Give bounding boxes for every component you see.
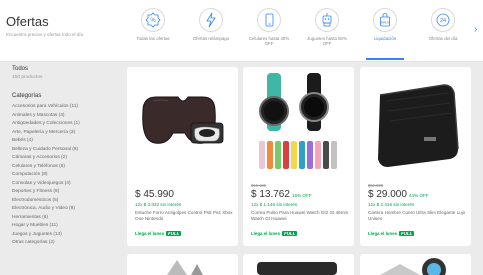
category-filter-item[interactable]: Accesorios para Vehículos (11) [12,103,118,112]
svg-text:SALE: SALE [381,21,390,25]
results-count: 150 productos [12,75,43,80]
24h-icon: 24 [431,8,455,32]
category-ofertas-dia[interactable]: 24 Ofertas del día [420,4,466,60]
full-badge: FULL [399,231,415,236]
category-label: Juguetes hasta 50% OFF [307,36,347,46]
category-filter-item[interactable]: Animales y Mascotas (4) [12,112,118,121]
shipping-info: Llega el lunes FULL [368,231,415,236]
category-filter-item[interactable]: Electrónica, Audio y Video (9) [12,205,118,214]
product-price: $ 29.000 44% OFF [368,189,429,200]
category-label: Todas las ofertas [136,36,170,41]
category-filter-item[interactable]: Deportes y Fitness (9) [12,188,118,197]
product-title[interactable]: Estuche Forro Antigolpes Control Ps5 Ps4… [135,210,233,228]
svg-text:%: % [150,18,156,24]
offers-header: Ofertas Encuentra precios y ofertas todo… [0,0,483,62]
product-title[interactable]: Cartera Hombre Cuero Ultra Slim Elegante… [368,210,466,228]
category-juguetes[interactable]: Juguetes hasta 50% OFF [304,4,350,60]
category-filter-item[interactable]: Herramientas (6) [12,214,118,223]
product-card[interactable]: $51.900 $ 29.000 44% OFF 12x $ 2.416 sin … [360,67,471,246]
full-badge: FULL [282,231,298,236]
category-filter-item[interactable]: Juegos y Juguetes (14) [12,231,118,240]
product-title[interactable]: Correa Pulso Para Huawei Watch Gt2 Gt 46… [251,210,349,228]
shipping-text: Llega el lunes [251,231,281,236]
product-image [257,262,337,275]
lightning-icon [199,8,223,32]
category-filter-item[interactable]: Electrodomésticos (5) [12,197,118,206]
product-price: $ 13.762 15% OFF [251,189,312,200]
page-subtitle: Encuentra precios y ofertas todo el día [6,32,84,37]
bag-icon: SALE [373,8,397,32]
installments: 12x $ 1.146 sin interés [251,202,298,207]
product-image [249,71,349,181]
installments: 12x $ 3.832 sin interés [135,202,182,207]
category-carousel: % Todas las ofertas Ofertas relámpago Ce… [128,4,474,60]
category-celulares[interactable]: Celulares hasta 40% OFF [246,4,292,60]
product-image [133,71,233,181]
old-price: $51.900 [368,183,384,188]
full-badge: FULL [166,231,182,236]
filter-heading: Todos [12,66,29,72]
category-label: Ofertas relámpago [192,36,230,41]
category-filter-item[interactable]: Otras categorías (2) [12,239,118,248]
category-label: Ofertas del día [428,36,458,41]
old-price: $16.199 [251,183,267,188]
category-filter-item[interactable]: Arte, Papelería y Mercería (3) [12,129,118,138]
title-block: Ofertas Encuentra precios y ofertas todo… [6,14,116,37]
category-filter-item[interactable]: Hogar y Muebles (11) [12,222,118,231]
svg-text:24: 24 [440,18,446,24]
category-filter-item[interactable]: Cámaras y Accesorios (2) [12,154,118,163]
category-filter-item[interactable]: Bebés (4) [12,137,118,146]
category-filter-item[interactable]: Consolas y Videojuegos (4) [12,180,118,189]
product-card[interactable] [243,254,354,275]
robot-icon [315,8,339,32]
shipping-text: Llega el lunes [135,231,165,236]
price-value: $ 45.990 [135,189,174,200]
product-image [366,71,466,181]
shipping-text: Llega el lunes [368,231,398,236]
shipping-info: Llega el lunes FULL [251,231,298,236]
product-card[interactable] [360,254,471,275]
category-filter-list: Accesorios para Vehículos (11) Animales … [12,103,118,248]
category-filter-item[interactable]: Antigüedades y Colecciones (1) [12,120,118,129]
product-card[interactable]: $16.199 $ 13.762 15% OFF 12x $ 1.146 sin … [243,67,354,246]
chevron-right-icon[interactable]: › [474,24,477,35]
installments: 12x $ 2.416 sin interés [368,202,415,207]
product-card[interactable] [127,254,238,275]
discount-badge: 15% OFF [291,193,312,198]
product-price: $ 45.990 [135,189,176,200]
product-image [167,260,203,275]
filters-sidebar: Todos 150 productos Categorías Accesorio… [12,66,118,275]
category-filter-item[interactable]: Celulares y Teléfonos (6) [12,163,118,172]
shipping-info: Llega el lunes FULL [135,231,182,236]
category-todas[interactable]: % Todas las ofertas [130,4,176,60]
price-value: $ 29.000 [368,189,407,200]
category-relampago[interactable]: Ofertas relámpago [188,4,234,60]
category-filter-item[interactable]: Computación (8) [12,171,118,180]
category-label: Celulares hasta 40% OFF [248,36,290,46]
percent-badge-icon: % [141,8,165,32]
product-image [380,258,446,275]
categories-heading: Categorías [12,93,42,99]
discount-badge: 44% OFF [408,193,429,198]
category-liquidacion[interactable]: SALE Liquidación [362,4,408,60]
phone-icon [257,8,281,32]
price-value: $ 13.762 [251,189,290,200]
product-card[interactable]: $ 45.990 12x $ 3.832 sin interés Estuche… [127,67,238,246]
page-title: Ofertas [6,14,49,29]
category-label: Liquidación [373,36,397,41]
category-filter-item[interactable]: Belleza y Cuidado Personal (8) [12,146,118,155]
